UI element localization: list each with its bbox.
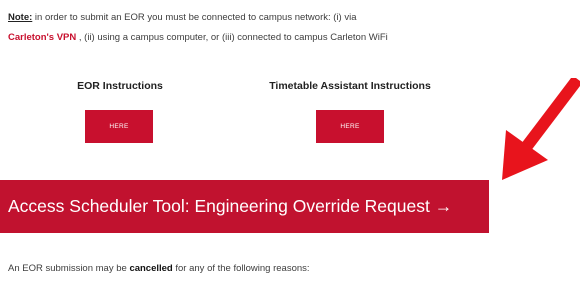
note-text: in order to submit an EOR you must be co…: [32, 12, 357, 23]
network-note: Note: in order to submit an EOR you must…: [8, 8, 568, 48]
vpn-link[interactable]: Carleton's VPN: [8, 32, 76, 43]
cancellation-text-after: for any of the following reasons:: [172, 263, 310, 274]
cancellation-text-before: An EOR submission may be: [8, 263, 130, 274]
note-text-continued: , (ii) using a campus computer, or (iii)…: [76, 32, 388, 43]
red-arrow-icon: [502, 78, 580, 180]
cancellation-bold: cancelled: [129, 263, 173, 274]
eor-instructions-button[interactable]: HERE: [85, 110, 153, 143]
timetable-instructions-button[interactable]: HERE: [316, 110, 384, 143]
timetable-instructions-title: Timetable Assistant Instructions: [269, 80, 431, 92]
eor-instructions-title: EOR Instructions: [77, 80, 163, 92]
note-label: Note:: [8, 12, 33, 23]
cancellation-text: An EOR submission may be cancelled for a…: [8, 263, 310, 274]
scheduler-tool-button[interactable]: Access Scheduler Tool: Engineering Overr…: [0, 180, 489, 233]
